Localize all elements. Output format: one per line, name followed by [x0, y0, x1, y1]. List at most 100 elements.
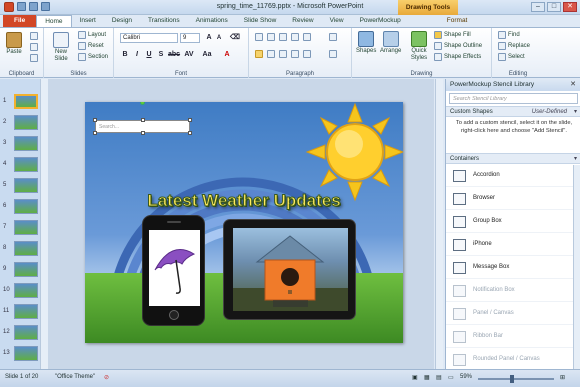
- custom-shapes-header[interactable]: Custom Shapes User-Defined ▾: [446, 106, 580, 117]
- slide[interactable]: Search... Latest Weather Updates: [85, 102, 403, 343]
- tab-design[interactable]: Design: [104, 15, 140, 27]
- iphone-mockup[interactable]: [142, 215, 205, 326]
- bold-icon[interactable]: B: [120, 50, 130, 60]
- select-button[interactable]: Select: [498, 53, 525, 61]
- shrink-font-icon[interactable]: A: [214, 33, 224, 43]
- tab-view[interactable]: View: [322, 15, 352, 27]
- slide-thumbnail[interactable]: [14, 304, 38, 319]
- stencil-scrollbar[interactable]: [573, 165, 580, 369]
- line-spacing-icon[interactable]: [303, 33, 311, 41]
- stencil-item[interactable]: Notification Box: [446, 280, 573, 302]
- slide-thumbnail[interactable]: [14, 220, 38, 235]
- font-color-icon[interactable]: A: [222, 50, 232, 60]
- layout-button[interactable]: Layout: [78, 31, 106, 39]
- tab-powermockup[interactable]: PowerMockup: [352, 15, 409, 27]
- cut-icon[interactable]: [30, 32, 38, 40]
- chevron-down-icon[interactable]: ▾: [574, 154, 577, 164]
- slide-thumbnail[interactable]: [14, 325, 38, 340]
- align-center-icon[interactable]: [267, 50, 275, 58]
- minimize-button[interactable]: –: [531, 2, 545, 12]
- stencil-item[interactable]: iPhone: [446, 234, 573, 256]
- tab-animations[interactable]: Animations: [188, 15, 236, 27]
- tab-transitions[interactable]: Transitions: [140, 15, 188, 27]
- slide-thumbnail[interactable]: [14, 157, 38, 172]
- zoom-slider-knob[interactable]: [510, 375, 514, 383]
- decrease-indent-icon[interactable]: [279, 33, 287, 41]
- slide-thumbnail[interactable]: [14, 199, 38, 214]
- selection-handle[interactable]: [93, 118, 97, 122]
- containers-header[interactable]: Containers ▾: [446, 153, 580, 164]
- arrange-button[interactable]: Arrange: [380, 31, 401, 54]
- chevron-down-icon[interactable]: ▾: [574, 107, 577, 117]
- fit-slide-icon[interactable]: ⊞: [560, 374, 565, 381]
- zoom-level[interactable]: 59%: [460, 374, 472, 380]
- stencil-search-input[interactable]: Search Stencil Library: [449, 93, 578, 104]
- columns-icon[interactable]: [303, 50, 311, 58]
- maximize-button[interactable]: □: [547, 2, 561, 12]
- zoom-slider[interactable]: [478, 378, 554, 380]
- char-spacing-icon[interactable]: AV: [184, 50, 194, 60]
- slide-thumbnail[interactable]: [14, 178, 38, 193]
- new-slide-button[interactable]: New Slide: [50, 32, 72, 63]
- slide-thumbnail[interactable]: [14, 283, 38, 298]
- selection-handle[interactable]: [188, 131, 192, 135]
- tab-insert[interactable]: Insert: [72, 15, 104, 27]
- tablet-mockup[interactable]: [223, 219, 356, 320]
- stencil-item[interactable]: Ribbon Bar: [446, 326, 573, 348]
- slide-sorter-icon[interactable]: ▦: [424, 374, 430, 381]
- slideshow-icon[interactable]: ▭: [448, 374, 454, 381]
- stencil-item[interactable]: Group Box: [446, 211, 573, 233]
- italic-icon[interactable]: I: [132, 50, 142, 60]
- reading-view-icon[interactable]: ▤: [436, 374, 442, 381]
- stencil-item[interactable]: Browser: [446, 188, 573, 210]
- strikethrough-icon[interactable]: abc: [168, 50, 180, 60]
- quick-styles-button[interactable]: Quick Styles: [407, 31, 431, 62]
- find-button[interactable]: Find: [498, 31, 520, 39]
- slide-thumbnail[interactable]: [14, 136, 38, 151]
- font-size-select[interactable]: 9: [180, 33, 200, 43]
- selection-handle[interactable]: [141, 131, 145, 135]
- stencil-item[interactable]: Message Box: [446, 257, 573, 279]
- bullets-icon[interactable]: [255, 33, 263, 41]
- stencil-item[interactable]: Panel / Canvas: [446, 303, 573, 325]
- shapes-button[interactable]: Shapes: [356, 31, 376, 54]
- copy-icon[interactable]: [30, 43, 38, 51]
- tab-format[interactable]: Format: [439, 15, 476, 27]
- selection-handle[interactable]: [141, 118, 145, 122]
- paste-button[interactable]: Paste: [6, 32, 22, 55]
- slide-thumbnail[interactable]: [14, 262, 38, 277]
- user-defined-select[interactable]: User-Defined: [532, 107, 567, 117]
- selection-handle[interactable]: [93, 131, 97, 135]
- close-pane-icon[interactable]: ✕: [570, 79, 576, 91]
- replace-button[interactable]: Replace: [498, 42, 530, 50]
- stencil-item[interactable]: Accordion: [446, 165, 573, 187]
- text-direction-icon[interactable]: [329, 33, 337, 41]
- slide-headline[interactable]: Latest Weather Updates: [85, 191, 403, 211]
- grow-font-icon[interactable]: A: [204, 33, 214, 43]
- slide-thumbnail[interactable]: [14, 94, 38, 109]
- shape-outline-button[interactable]: Shape Outline: [434, 42, 482, 50]
- section-button[interactable]: Section: [78, 53, 108, 61]
- normal-view-icon[interactable]: ▣: [412, 374, 418, 381]
- canvas-scrollbar[interactable]: [435, 79, 443, 369]
- clear-formatting-icon[interactable]: ⌫: [230, 33, 240, 43]
- font-name-select[interactable]: Calibri: [120, 33, 178, 43]
- stencil-item[interactable]: Rounded Panel / Canvas: [446, 349, 573, 371]
- change-case-icon[interactable]: Aa: [202, 50, 212, 60]
- justify-icon[interactable]: [291, 50, 299, 58]
- thumbnails-scrollbar[interactable]: [40, 79, 48, 369]
- tab-review[interactable]: Review: [284, 15, 321, 27]
- shape-effects-button[interactable]: Shape Effects: [434, 53, 481, 61]
- underline-icon[interactable]: U: [144, 50, 154, 60]
- numbering-icon[interactable]: [267, 33, 275, 41]
- slide-thumbnail[interactable]: [14, 115, 38, 130]
- spelling-icon[interactable]: ⊘: [104, 374, 109, 381]
- reset-button[interactable]: Reset: [78, 42, 104, 50]
- shadow-icon[interactable]: S: [156, 50, 166, 60]
- align-right-icon[interactable]: [279, 50, 287, 58]
- increase-indent-icon[interactable]: [291, 33, 299, 41]
- align-text-icon[interactable]: [329, 50, 337, 58]
- format-painter-icon[interactable]: [30, 54, 38, 62]
- selection-handle[interactable]: [188, 118, 192, 122]
- tab-home[interactable]: Home: [36, 15, 72, 27]
